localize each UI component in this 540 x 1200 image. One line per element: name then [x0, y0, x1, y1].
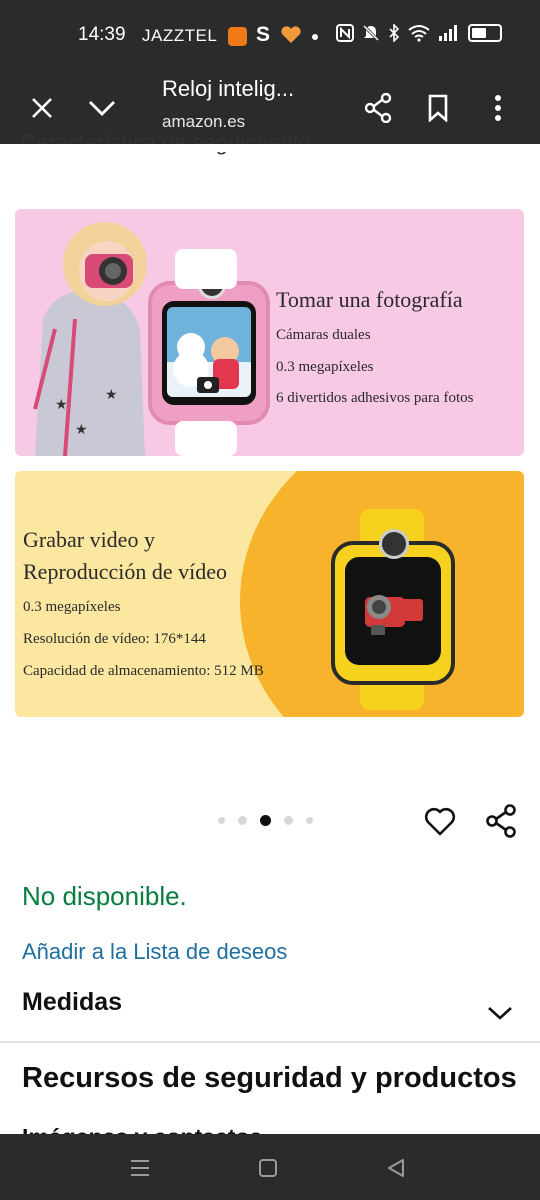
carousel-dot[interactable]: [306, 817, 313, 824]
heart-app-icon: [280, 25, 302, 50]
watch-screen: [345, 557, 441, 665]
nav-home-icon[interactable]: [250, 1150, 286, 1186]
temu-app-icon: [228, 27, 247, 46]
measures-heading[interactable]: Medidas: [22, 988, 122, 1017]
notification-dot: [312, 34, 318, 40]
status-icons: [336, 24, 502, 42]
mute-icon: [362, 24, 380, 42]
yellow-smartwatch-image: [331, 529, 455, 685]
heart-icon[interactable]: [420, 802, 460, 842]
wifi-icon: [408, 25, 430, 42]
images-contacts-heading: Imágenes y contactos: [22, 1120, 262, 1134]
chevron-down-icon[interactable]: [480, 993, 520, 1033]
page-domain: amazon.es: [162, 112, 246, 131]
close-icon[interactable]: [24, 90, 60, 126]
video-camera-icon: [365, 595, 423, 635]
nav-back-icon[interactable]: [378, 1150, 414, 1186]
banner2-title-line-1: Grabar video y: [23, 527, 155, 552]
status-time: 14:39: [78, 24, 126, 45]
more-vert-icon[interactable]: [480, 90, 516, 126]
banner2-title-line-2: Reproducción de vídeo: [23, 559, 228, 584]
availability-status: No disponible.: [22, 881, 187, 911]
banner1-line-3: 6 divertidos adhesivos para fotos: [276, 390, 474, 406]
banner1-line-1: Cámaras duales: [276, 327, 371, 343]
system-navigation-bar: [0, 1134, 540, 1200]
bluetooth-icon: [389, 24, 400, 42]
page-title: Reloj intelig...: [162, 76, 295, 101]
status-carrier: JAZZTEL: [142, 26, 218, 45]
watch-strap-top: [175, 249, 237, 289]
share-icon[interactable]: [360, 90, 396, 126]
nav-menu-icon[interactable]: [122, 1150, 158, 1186]
banner2-line-2: Resolución de vídeo: 176*144: [23, 631, 206, 647]
carousel-indicator[interactable]: [218, 815, 313, 826]
chevron-down-icon[interactable]: [84, 90, 120, 126]
watch-strap-bottom: [175, 421, 237, 456]
product-image-photo-banner[interactable]: ★ ★ ★ Tomar una fotografía Cámaras duale…: [15, 209, 524, 456]
battery-icon: [468, 24, 502, 42]
watch-screen: [162, 301, 256, 405]
safety-resources-heading: Recursos de seguridad y productos: [22, 1062, 517, 1094]
bookmark-icon[interactable]: [420, 90, 456, 126]
carousel-dot-active[interactable]: [260, 815, 271, 826]
carousel-dot[interactable]: [284, 816, 293, 825]
section-divider: [0, 1041, 540, 1043]
carousel-dot[interactable]: [238, 816, 247, 825]
signal-icon: [439, 25, 457, 41]
status-bar: 14:39 JAZZTEL S: [0, 0, 540, 72]
svg-text:★: ★: [55, 396, 68, 412]
banner1-title: Tomar una fotografía: [276, 287, 463, 312]
s-app-icon: S: [256, 23, 271, 46]
product-image-video-banner[interactable]: Grabar video y Reproducción de vídeo 0.3…: [15, 471, 524, 717]
share-icon[interactable]: [481, 801, 521, 841]
clipped-feature-text: Característica de seguimiento: [20, 130, 312, 155]
svg-text:★: ★: [105, 386, 118, 402]
add-to-wishlist-link[interactable]: Añadir a la Lista de deseos: [22, 939, 287, 965]
carousel-dot[interactable]: [218, 817, 225, 824]
nfc-icon: [336, 24, 354, 42]
banner2-line-1: 0.3 megapíxeles: [23, 599, 121, 615]
pink-smartwatch-image: [148, 271, 270, 425]
svg-text:★: ★: [75, 421, 88, 437]
banner1-line-2: 0.3 megapíxeles: [276, 359, 374, 375]
banner2-line-3: Capacidad de almacenamiento: 512 MB: [23, 663, 264, 679]
girl-photographer-image: ★ ★ ★: [15, 209, 165, 456]
